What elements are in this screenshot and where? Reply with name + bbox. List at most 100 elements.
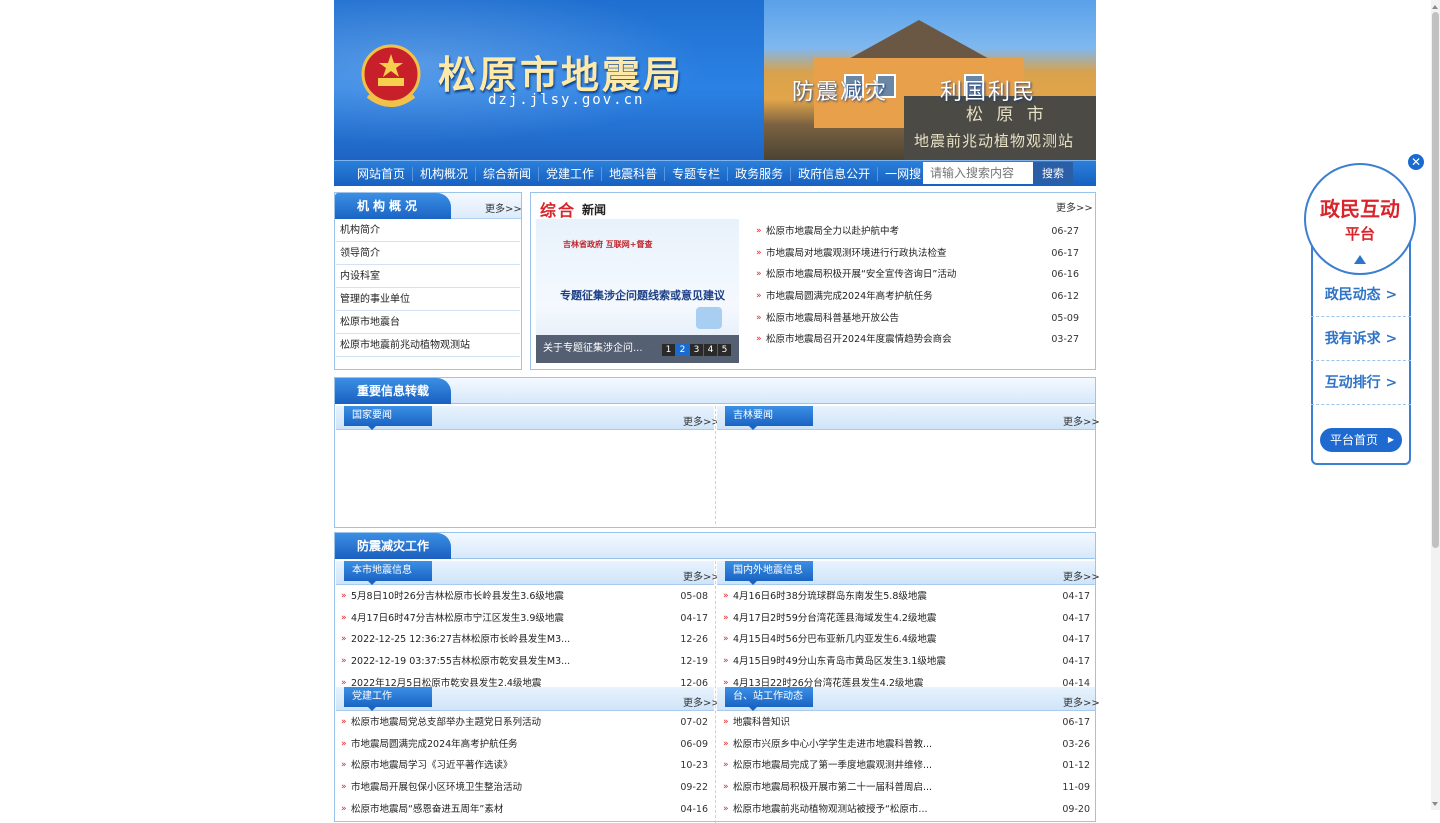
local-quakes-list: 5月8日10时26分吉林松原市长岭县发生3.6级地震05-08 4月17日6时4…: [338, 586, 712, 694]
nav-services[interactable]: 政务服务: [728, 166, 792, 181]
platform-home-button[interactable]: 平台首页: [1320, 428, 1402, 452]
list-item[interactable]: 4月15日9时49分山东青岛市黄岛区发生3.1级地震04-17: [720, 651, 1094, 673]
org-item-intro[interactable]: 机构简介: [336, 219, 520, 242]
list-item[interactable]: 松原市地震局积极开展“安全宣传咨询日”活动06-16: [753, 264, 1083, 286]
domestic-quakes-more-link[interactable]: 更多>>: [1063, 568, 1100, 583]
slide-caption[interactable]: 关于专题征集涉企问... 1 2 3 4 5: [536, 335, 739, 363]
disaster-prevention-title: 防震减灾工作: [335, 533, 451, 559]
list-item[interactable]: 5月8日10时26分吉林松原市长岭县发生3.6级地震05-08: [338, 586, 712, 608]
tab-station-news[interactable]: 台、站工作动态: [725, 687, 813, 711]
platform-badge[interactable]: 政民互动 平台: [1304, 163, 1416, 275]
news-title-red: 综合: [540, 201, 577, 220]
news-panel: 综合 新闻 更多>> 吉林省政府 互联网+督查 专题征集涉企问题线索或意见建议 …: [530, 192, 1096, 370]
list-item[interactable]: 市地震局圆满完成2024年高考护航任务06-09: [338, 734, 712, 756]
my-appeal-link[interactable]: 我有诉求 >: [1311, 317, 1411, 361]
tab-party-work[interactable]: 党建工作: [344, 687, 432, 711]
national-emblem-icon: [361, 44, 421, 107]
interaction-news-link[interactable]: 政民动态 >: [1311, 273, 1411, 317]
list-item[interactable]: 4月15日4时56分巴布亚新几内亚发生6.4级地震04-17: [720, 629, 1094, 651]
org-title: 机构概况: [335, 193, 451, 219]
news-title-black: 新闻: [582, 203, 607, 217]
slide-page-1[interactable]: 1: [662, 344, 675, 356]
list-item[interactable]: 松原市地震局积极开展市第二十一届科普周启...11-09: [720, 777, 1094, 799]
list-item[interactable]: 2022-12-25 12:36:27吉林松原市长岭县发生M3...12-26: [338, 629, 712, 651]
site-domain: dzj.jlsy.gov.cn: [488, 92, 645, 108]
domestic-quakes-list: 4月16日6时38分琉球群岛东南发生5.8级地震04-17 4月17日2时59分…: [720, 586, 1094, 694]
nav-org[interactable]: 机构概况: [413, 166, 477, 181]
list-item[interactable]: 地震科普知识06-17: [720, 712, 1094, 734]
party-list: 松原市地震局党总支部举办主题党日系列活动07-02 市地震局圆满完成2024年高…: [338, 712, 712, 820]
tab-local-quakes[interactable]: 本市地震信息: [344, 561, 432, 585]
news-more-link[interactable]: 更多>>: [1056, 199, 1093, 214]
slide-page-2[interactable]: 2: [676, 344, 689, 356]
nav-home[interactable]: 网站首页: [350, 166, 414, 181]
nav-science[interactable]: 地震科普: [602, 166, 666, 181]
slogan: 防震减灾 利国利民: [792, 74, 1036, 106]
nav-topics[interactable]: 专题专栏: [665, 166, 729, 181]
org-more-link[interactable]: 更多>>: [485, 200, 522, 215]
slide-page-3[interactable]: 3: [690, 344, 703, 356]
list-item[interactable]: 4月17日2时59分台湾花莲县海域发生4.2级地震04-17: [720, 608, 1094, 630]
scroll-down-icon[interactable]: [1432, 802, 1438, 809]
news-slideshow[interactable]: 吉林省政府 互联网+督查 专题征集涉企问题线索或意见建议 关于专题征集涉企问..…: [536, 219, 739, 363]
station-more-link[interactable]: 更多>>: [1063, 694, 1100, 709]
list-item[interactable]: 松原市地震局党总支部举办主题党日系列活动07-02: [338, 712, 712, 734]
jilin-more-link[interactable]: 更多>>: [1063, 413, 1100, 428]
list-item[interactable]: 松原市地震局召开2024年度震情趋势会商会03-27: [753, 329, 1083, 351]
list-item[interactable]: 4月16日6时38分琉球群岛东南发生5.8级地震04-17: [720, 586, 1094, 608]
slogan-left: 防震减灾: [792, 80, 889, 105]
org-item-observatory[interactable]: 松原市地震前兆动植物观测站: [336, 334, 520, 357]
list-item[interactable]: 松原市兴原乡中心小学学生走进市地震科普教...03-26: [720, 734, 1094, 756]
search-input[interactable]: [923, 162, 1033, 184]
platform-title: 政民互动: [1320, 197, 1400, 221]
platform-subtitle: 平台: [1344, 225, 1375, 243]
interaction-ranking-link[interactable]: 互动排行 >: [1311, 361, 1411, 405]
tab-domestic-quakes[interactable]: 国内外地震信息: [725, 561, 813, 585]
important-info-section: 重要信息转载 国家要闻 更多>> 吉林要闻 更多>>: [334, 377, 1100, 528]
slide-page-5[interactable]: 5: [718, 344, 731, 356]
list-item[interactable]: 松原市地震局学习《习近平著作选读》10-23: [338, 755, 712, 777]
list-item[interactable]: 市地震局圆满完成2024年高考护航任务06-12: [753, 286, 1083, 308]
list-item[interactable]: 松原市地震局全力以赴护航中考06-27: [753, 221, 1083, 243]
slide-headline: 专题征集涉企问题线索或意见建议: [560, 289, 725, 302]
nav-search-all[interactable]: 一网搜: [878, 166, 930, 181]
list-item[interactable]: 4月17日6时47分吉林松原市宁江区发生3.9级地震04-17: [338, 608, 712, 630]
nav-news[interactable]: 综合新闻: [476, 166, 540, 181]
org-item-leaders[interactable]: 领导简介: [336, 242, 520, 265]
close-icon[interactable]: ✕: [1407, 153, 1425, 171]
tab-national-news[interactable]: 国家要闻: [344, 406, 432, 430]
slide-tag: 吉林省政府 互联网+督查: [563, 240, 653, 249]
org-list: 机构简介 领导简介 内设科室 管理的事业单位 松原市地震台 松原市地震前兆动植物…: [336, 219, 520, 357]
list-item[interactable]: 市地震局对地震观测环境进行行政执法检查06-17: [753, 243, 1083, 265]
party-more-link[interactable]: 更多>>: [683, 694, 720, 709]
slogan-right: 利国利民: [940, 80, 1037, 105]
org-item-units[interactable]: 管理的事业单位: [336, 288, 520, 311]
search-button[interactable]: 搜索: [1033, 162, 1073, 184]
list-item[interactable]: 松原市地震局完成了第一季度地震观测井维修...01-12: [720, 755, 1094, 777]
local-quakes-more-link[interactable]: 更多>>: [683, 568, 720, 583]
org-item-departments[interactable]: 内设科室: [336, 265, 520, 288]
scrollbar-thumb[interactable]: [1432, 12, 1439, 548]
page-container: 松原市地震局 dzj.jlsy.gov.cn 松 原 市 地震前兆动植物观测站 …: [334, 0, 1100, 823]
important-info-title: 重要信息转载: [335, 378, 451, 404]
disaster-prevention-section: 防震减灾工作 本市地震信息 更多>> 5月8日10时26分吉林松原市长岭县发生3…: [334, 532, 1100, 823]
sign-line-2: 地震前兆动植物观测站: [914, 132, 1075, 150]
scroll-up-icon[interactable]: [1432, 2, 1438, 9]
org-item-station[interactable]: 松原市地震台: [336, 311, 520, 334]
header-banner: 松原市地震局 dzj.jlsy.gov.cn 松 原 市 地震前兆动植物观测站 …: [334, 0, 1096, 160]
tab-jilin-news[interactable]: 吉林要闻: [725, 406, 813, 430]
slide-pager: 1 2 3 4 5: [662, 344, 731, 356]
list-item[interactable]: 松原市地震局科普基地开放公告05-09: [753, 308, 1083, 330]
list-item[interactable]: 2022-12-19 03:37:55吉林松原市乾安县发生M3...12-19: [338, 651, 712, 673]
site-title: 松原市地震局: [438, 52, 685, 97]
slide-page-4[interactable]: 4: [704, 344, 717, 356]
arrow-up-icon: [1354, 249, 1366, 264]
interaction-float-panel: 政民互动 平台 政民动态 > 我有诉求 > 互动排行 > 平台首页: [1304, 163, 1416, 467]
chat-bubble-icon: [696, 307, 722, 329]
page-scrollbar[interactable]: [1431, 0, 1440, 810]
list-item[interactable]: 市地震局开展包保小区环境卫生整治活动09-22: [338, 777, 712, 799]
station-list: 地震科普知识06-17 松原市兴原乡中心小学学生走进市地震科普教...03-26…: [720, 712, 1094, 820]
nav-gov-info[interactable]: 政府信息公开: [791, 166, 879, 181]
org-overview-panel: 机构概况 更多>> 机构简介 领导简介 内设科室 管理的事业单位 松原市地震台 …: [334, 192, 522, 370]
nav-party[interactable]: 党建工作: [539, 166, 603, 181]
